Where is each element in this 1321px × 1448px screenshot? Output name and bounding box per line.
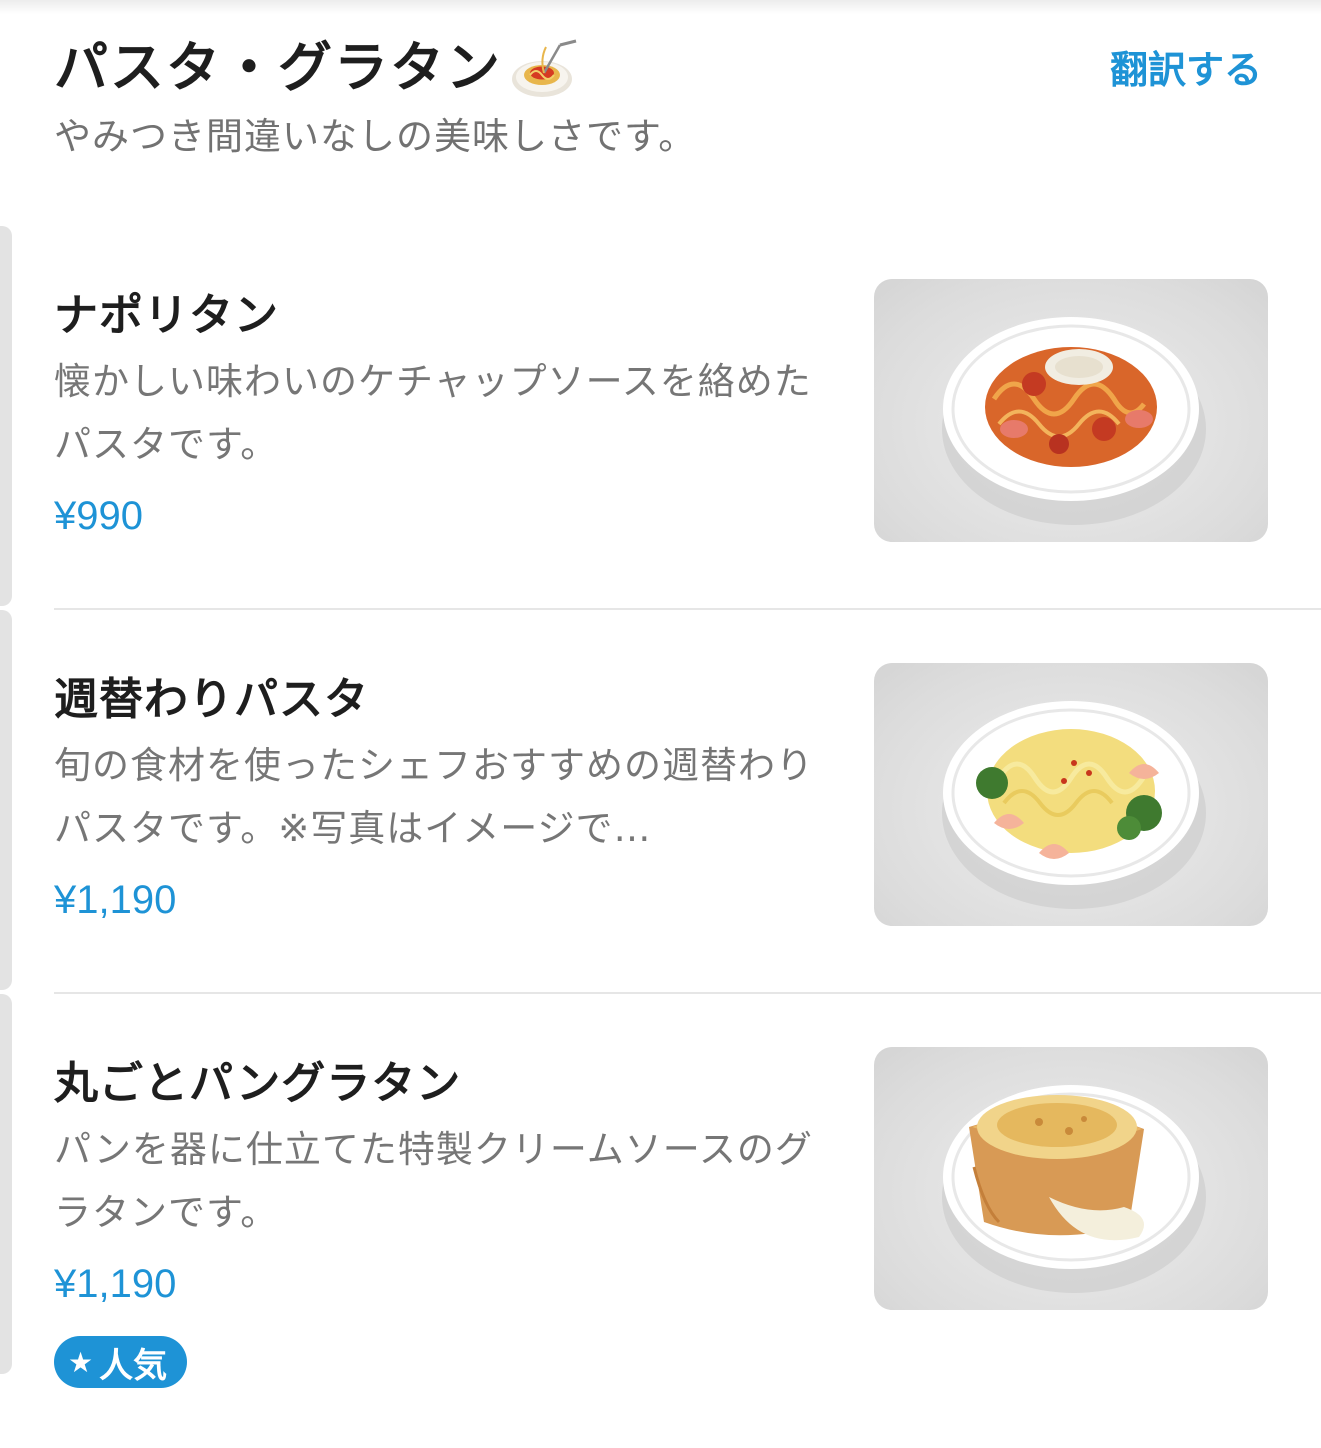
top-edge-shadow <box>0 0 1321 14</box>
popular-badge: ★ 人気 <box>54 1336 188 1388</box>
item-text: 丸ごとパングラタン パンを器に仕立てた特製クリームソースのグラタンです。 ¥1,… <box>54 1052 844 1388</box>
item-price: ¥1,190 <box>54 1262 177 1306</box>
menu-item-bread-gratin[interactable]: 丸ごとパングラタン パンを器に仕立てた特製クリームソースのグラタンです。 ¥1,… <box>0 994 1321 1388</box>
weekly-pasta-dish-image[interactable] <box>874 663 1268 926</box>
menu-item-weekly-pasta[interactable]: 週替わりパスタ 旬の食材を使ったシェフおすすめの週替わりパスタです。※写真はイメ… <box>0 610 1321 994</box>
title-row: パスタ・グラタン <box>54 28 1274 108</box>
napolitan-dish-image[interactable] <box>874 279 1268 542</box>
section-title: パスタ・グラタン <box>54 36 502 99</box>
side-tab <box>0 994 12 1374</box>
popular-badge-label: 人気 <box>99 1345 168 1386</box>
section-header: パスタ・グラタン やみつき間違いなしの美味しさです。 翻訳する <box>54 28 1274 178</box>
section-subtitle: やみつき間違いなしの美味しさです。 <box>54 115 697 158</box>
menu-list: ナポリタン 懐かしい味わいのケチャップソースを絡めたパスタです。 ¥990 週替… <box>0 226 1321 1388</box>
item-name: 丸ごとパングラタン <box>54 1058 462 1109</box>
side-tab <box>0 226 12 606</box>
item-name: ナポリタン <box>54 290 279 341</box>
item-price: ¥1,190 <box>54 878 177 922</box>
item-text: ナポリタン 懐かしい味わいのケチャップソースを絡めたパスタです。 ¥990 <box>54 284 844 546</box>
item-description: パンを器に仕立てた特製クリームソースのグラタンです。 <box>54 1128 813 1234</box>
translate-button[interactable]: 翻訳する <box>1110 42 1262 98</box>
spaghetti-icon <box>510 35 580 101</box>
bread-gratin-dish-image[interactable] <box>874 1047 1268 1310</box>
item-description: 旬の食材を使ったシェフおすすめの週替わりパスタです。※写真はイメージで… <box>54 744 814 850</box>
item-text: 週替わりパスタ 旬の食材を使ったシェフおすすめの週替わりパスタです。※写真はイメ… <box>54 668 844 930</box>
menu-item-napolitan[interactable]: ナポリタン 懐かしい味わいのケチャップソースを絡めたパスタです。 ¥990 <box>0 226 1321 610</box>
star-icon: ★ <box>68 1345 94 1379</box>
item-description: 懐かしい味わいのケチャップソースを絡めたパスタです。 <box>54 360 812 466</box>
side-tab <box>0 610 12 990</box>
item-price: ¥990 <box>54 494 143 538</box>
item-name: 週替わりパスタ <box>54 674 369 725</box>
